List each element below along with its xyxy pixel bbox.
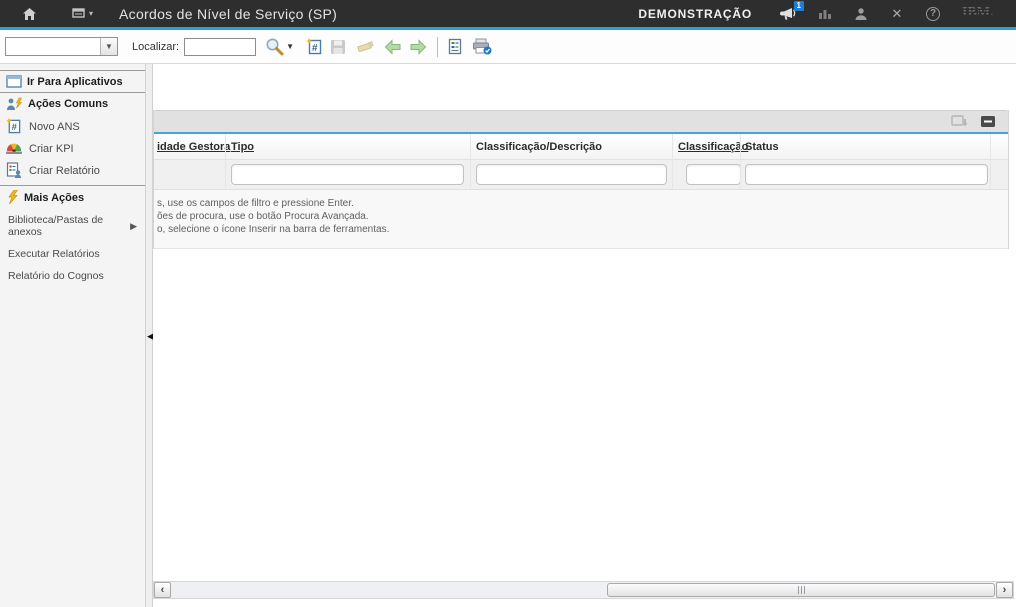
results-grid: idade Gestora Tipo Classificação/Descriç… xyxy=(154,134,1008,190)
top-bar: ▾ Acordos de Nível de Serviço (SP) DEMON… xyxy=(0,0,1016,27)
sidebar-item-label: Biblioteca/Pastas de anexos xyxy=(8,214,130,238)
scroll-right-button[interactable]: › xyxy=(996,582,1013,598)
notification-badge: 1 xyxy=(794,1,804,11)
horizontal-scrollbar[interactable]: ‹ › xyxy=(153,581,1014,599)
sidebar-item-label: Relatório do Cognos xyxy=(8,270,139,282)
sidebar-item-biblioteca-pastas-de-anexos[interactable]: Biblioteca/Pastas de anexos ▶ xyxy=(0,209,145,243)
filter-input-status[interactable] xyxy=(745,164,988,185)
results-panel: idade Gestora Tipo Classificação/Descriç… xyxy=(153,110,1009,249)
column-header-tipo[interactable]: Tipo xyxy=(231,141,254,153)
sidebar-item-criar-kpi[interactable]: Criar KPI xyxy=(0,138,145,159)
column-header-classificacao-descricao: Classificação/Descrição xyxy=(476,141,602,153)
hint-line-2: ões de procura, use o botão Procura Avan… xyxy=(157,210,1008,223)
profile-icon[interactable] xyxy=(850,7,872,21)
app-switcher-icon[interactable]: ▾ xyxy=(71,8,93,20)
previous-record-icon[interactable] xyxy=(384,39,402,55)
column-header-classificacao[interactable]: Classificação xyxy=(678,141,748,153)
svg-text:#: # xyxy=(312,43,318,54)
sidebar-item-label: Executar Relatórios xyxy=(8,248,139,260)
new-record-icon[interactable]: # xyxy=(306,38,323,55)
filter-input-classificacao[interactable] xyxy=(686,164,741,185)
grid-header-row: idade Gestora Tipo Classificação/Descriç… xyxy=(154,134,1008,160)
kpi-gauge-icon xyxy=(6,141,22,155)
column-header-unidade-gestora[interactable]: idade Gestora xyxy=(157,141,230,153)
quick-insert-combobox[interactable]: ▼ xyxy=(5,37,118,56)
sidebar-section-more-actions[interactable]: Mais Ações xyxy=(0,185,145,209)
sidebar-item-label: Criar Relatório xyxy=(29,164,100,177)
sidebar-section-common-actions[interactable]: Ações Comuns xyxy=(0,92,145,115)
scrollbar-thumb[interactable] xyxy=(607,583,995,597)
sidebar-item-novo-ans[interactable]: # Novo ANS xyxy=(0,115,145,138)
window-icon xyxy=(6,75,22,88)
sidebar-item-label: Novo ANS xyxy=(29,120,80,133)
charts-icon[interactable] xyxy=(814,7,836,20)
filter-input-classificacao-descricao[interactable] xyxy=(476,164,667,185)
search-icon[interactable] xyxy=(265,37,284,56)
main-area: Ir Para Aplicativos Ações Comuns # Novo … xyxy=(0,64,1016,607)
help-icon[interactable]: ? xyxy=(922,7,944,21)
common-actions-icon xyxy=(6,97,23,111)
find-label: Localizar: xyxy=(132,41,179,53)
reports-icon[interactable] xyxy=(447,38,463,55)
column-separator xyxy=(225,134,226,190)
content-area: idade Gestora Tipo Classificação/Descriç… xyxy=(153,64,1016,607)
scroll-left-button[interactable]: ‹ xyxy=(154,582,171,598)
grid-hints: s, use os campos de filtro e pressione E… xyxy=(154,190,1008,249)
environment-label: DEMONSTRAÇÃO xyxy=(638,7,752,21)
results-panel-titlebar xyxy=(154,110,1008,132)
sidebar-item-relatorio-do-cognos[interactable]: Relatório do Cognos xyxy=(0,265,145,287)
grid-filter-row xyxy=(154,160,1008,190)
toolbar-separator xyxy=(437,37,438,57)
chevron-down-icon: ▾ xyxy=(89,9,93,18)
download-icon xyxy=(951,115,968,128)
sidebar-section-title: Ações Comuns xyxy=(28,98,108,110)
column-separator xyxy=(740,134,741,190)
quick-insert-value xyxy=(6,38,100,55)
svg-text:IBM.: IBM. xyxy=(962,5,994,19)
sidebar-item-label: Criar KPI xyxy=(29,142,74,155)
sidebar-item-criar-relatorio[interactable]: Criar Relatório xyxy=(0,159,145,182)
sidebar-section-title: Mais Ações xyxy=(24,192,84,204)
close-icon: ✕ xyxy=(892,6,903,22)
minimize-icon[interactable] xyxy=(981,116,995,127)
hint-line-3: o, selecione o ícone Inserir na barra de… xyxy=(157,223,1008,236)
svg-text:#: # xyxy=(12,121,18,132)
sidebar-splitter[interactable]: ◀ xyxy=(145,64,153,607)
create-report-icon xyxy=(6,162,22,178)
search-options-caret[interactable]: ▼ xyxy=(286,42,294,51)
combobox-dropdown-button[interactable]: ▼ xyxy=(100,38,117,55)
ibm-logo: IBM. xyxy=(962,4,1000,24)
clear-changes-icon xyxy=(356,39,375,54)
save-icon xyxy=(330,39,346,55)
sidebar-item-go-to-applications[interactable]: Ir Para Aplicativos xyxy=(0,70,145,92)
column-separator xyxy=(990,134,991,190)
submenu-arrow-icon: ▶ xyxy=(130,221,137,232)
hint-line-1: s, use os campos de filtro e pressione E… xyxy=(157,197,1008,210)
filter-input-tipo[interactable] xyxy=(231,164,464,185)
column-header-status: Status xyxy=(745,141,779,153)
sidebar-item-executar-relatorios[interactable]: Executar Relatórios xyxy=(0,243,145,265)
home-icon[interactable] xyxy=(22,7,37,21)
lightning-icon xyxy=(6,190,19,205)
column-separator xyxy=(470,134,471,190)
page-title: Acordos de Nível de Serviço (SP) xyxy=(119,6,337,22)
find-input[interactable] xyxy=(184,38,256,56)
announcements-icon[interactable]: 1 xyxy=(778,7,800,21)
sidebar: Ir Para Aplicativos Ações Comuns # Novo … xyxy=(0,64,145,607)
logout-icon[interactable]: ✕ xyxy=(886,6,908,22)
new-record-icon: # xyxy=(6,118,22,134)
sidebar-label: Ir Para Aplicativos xyxy=(27,76,123,88)
column-separator xyxy=(672,134,673,190)
print-icon[interactable] xyxy=(472,38,492,55)
next-record-icon[interactable] xyxy=(409,39,427,55)
app-toolbar: ▼ Localizar: ▼ # xyxy=(0,30,1016,64)
content-top-gap xyxy=(153,64,1016,110)
